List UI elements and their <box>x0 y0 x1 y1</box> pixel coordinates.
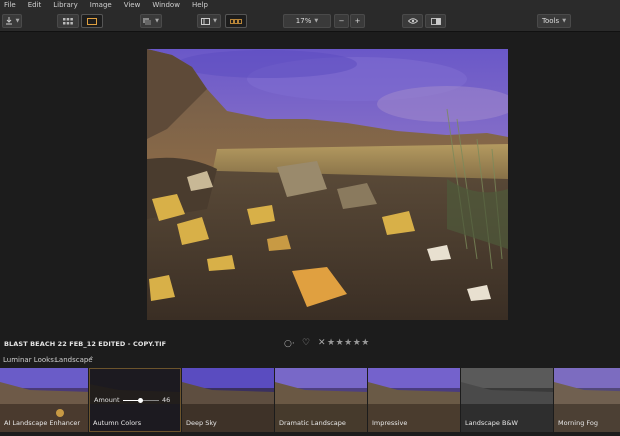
reject-icon[interactable]: ✕ <box>318 338 326 348</box>
tools-dropdown[interactable]: Tools ▼ <box>537 14 571 28</box>
chevron-up-icon[interactable]: ⌃ <box>89 356 94 363</box>
look-thumbnail[interactable]: Morning Fog <box>554 368 620 432</box>
looks-bar: Luminar Looks: Landscape ⌃ <box>0 353 620 367</box>
zoom-in-button[interactable]: + <box>350 14 365 28</box>
look-thumbnail[interactable]: Deep Sky <box>182 368 274 432</box>
menu-file[interactable]: File <box>4 0 16 10</box>
flag-icon[interactable]: ○· <box>284 339 295 349</box>
filmstrip-icon <box>230 18 242 24</box>
menu-bar: File Edit Library Image View Window Help <box>0 0 620 10</box>
look-label: Autumn Colors <box>93 419 142 427</box>
grid-icon <box>63 17 73 24</box>
look-label: AI Landscape Enhancer <box>4 419 81 427</box>
look-thumbnail-selected[interactable]: Amount 46 Autumn Colors <box>89 368 181 432</box>
look-label: Morning Fog <box>558 419 598 427</box>
look-label: Impressive <box>372 419 408 427</box>
landscape-photo <box>147 49 508 320</box>
compare-icon <box>430 17 441 25</box>
export-button[interactable]: ▼ <box>2 14 22 28</box>
zoom-value: 17% <box>295 17 312 25</box>
menu-image[interactable]: Image <box>90 0 112 10</box>
menu-view[interactable]: View <box>124 0 141 10</box>
menu-window[interactable]: Window <box>152 0 180 10</box>
star-rating[interactable]: ★★★★★ <box>327 338 370 348</box>
chevron-down-icon: ▼ <box>562 18 567 24</box>
eye-icon <box>407 18 418 24</box>
preview-toggle-button[interactable] <box>402 14 423 28</box>
zoom-out-button[interactable]: − <box>334 14 349 28</box>
menu-edit[interactable]: Edit <box>28 0 42 10</box>
image-info-bar: BLAST BEACH 22 FEB_12 EDITED - COPY.TIF … <box>0 337 620 353</box>
chevron-down-icon: ▼ <box>213 18 217 24</box>
image-workspace <box>0 33 620 333</box>
filmstrip-toggle-button[interactable] <box>225 14 247 28</box>
menu-help[interactable]: Help <box>192 0 208 10</box>
minus-icon: − <box>338 17 345 25</box>
looks-strip: AI Landscape Enhancer Amount 46 Autumn C… <box>0 368 620 436</box>
chevron-down-icon: ▼ <box>15 18 20 24</box>
compare-button[interactable] <box>425 14 446 28</box>
chevron-down-icon: ▼ <box>155 18 159 24</box>
menu-library[interactable]: Library <box>53 0 77 10</box>
amount-value: 46 <box>162 396 171 404</box>
single-image-view-button[interactable] <box>81 14 103 28</box>
image-filename: BLAST BEACH 22 FEB_12 EDITED - COPY.TIF <box>4 340 167 348</box>
look-label: Deep Sky <box>186 419 217 427</box>
main-photo[interactable] <box>147 49 508 320</box>
zoom-select[interactable]: 17% ▼ <box>283 14 331 28</box>
look-label: Landscape B&W <box>465 419 518 427</box>
look-thumbnail[interactable]: Impressive <box>368 368 460 432</box>
amount-label: Amount <box>94 396 120 404</box>
amount-slider-knob[interactable] <box>138 398 143 403</box>
looks-category-select[interactable]: Landscape <box>55 356 93 364</box>
tools-label: Tools <box>541 17 560 25</box>
toolbar: ▼ ▼ ▼ 17% ▼ − + Tools ▼ <box>0 10 620 32</box>
look-label: Dramatic Landscape <box>279 419 346 427</box>
layers-icon <box>143 17 152 25</box>
single-image-icon <box>87 17 97 25</box>
look-thumbnail[interactable]: Dramatic Landscape <box>275 368 367 432</box>
gallery-view-button[interactable] <box>57 14 79 28</box>
looks-label: Luminar Looks: <box>3 356 57 364</box>
presets-button[interactable]: ▼ <box>140 14 162 28</box>
download-icon <box>5 17 12 25</box>
look-thumbnail[interactable]: AI Landscape Enhancer <box>0 368 88 432</box>
sidebar-layout-icon <box>201 17 211 25</box>
chevron-down-icon: ▼ <box>314 18 319 24</box>
heart-icon[interactable]: ♡ <box>302 338 310 348</box>
look-thumbnail[interactable]: Landscape B&W <box>461 368 553 432</box>
plus-icon: + <box>354 17 361 25</box>
panel-layout-button[interactable]: ▼ <box>197 14 221 28</box>
